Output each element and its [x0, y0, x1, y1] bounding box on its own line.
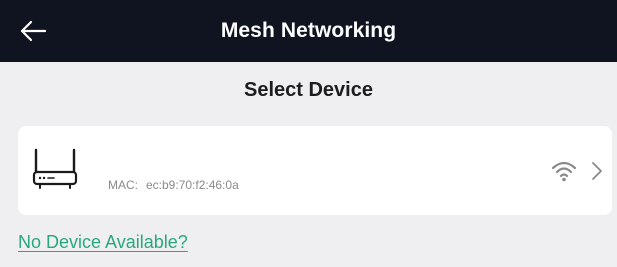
- chevron-right-icon: [592, 162, 602, 180]
- mac-label: MAC:: [108, 178, 138, 192]
- top-bar: Mesh Networking: [0, 0, 617, 62]
- section-title: Select Device: [244, 79, 373, 101]
- router-icon: [32, 148, 78, 189]
- mac-address: MAC: ec:b9:70:f2:46:0a: [108, 178, 239, 192]
- no-device-available-link[interactable]: No Device Available?: [18, 232, 188, 253]
- wifi-signal-icon: [551, 161, 577, 182]
- device-card[interactable]: MAC: ec:b9:70:f2:46:0a: [18, 126, 612, 215]
- mac-value: ec:b9:70:f2:46:0a: [146, 178, 239, 192]
- page-title: Mesh Networking: [220, 19, 397, 42]
